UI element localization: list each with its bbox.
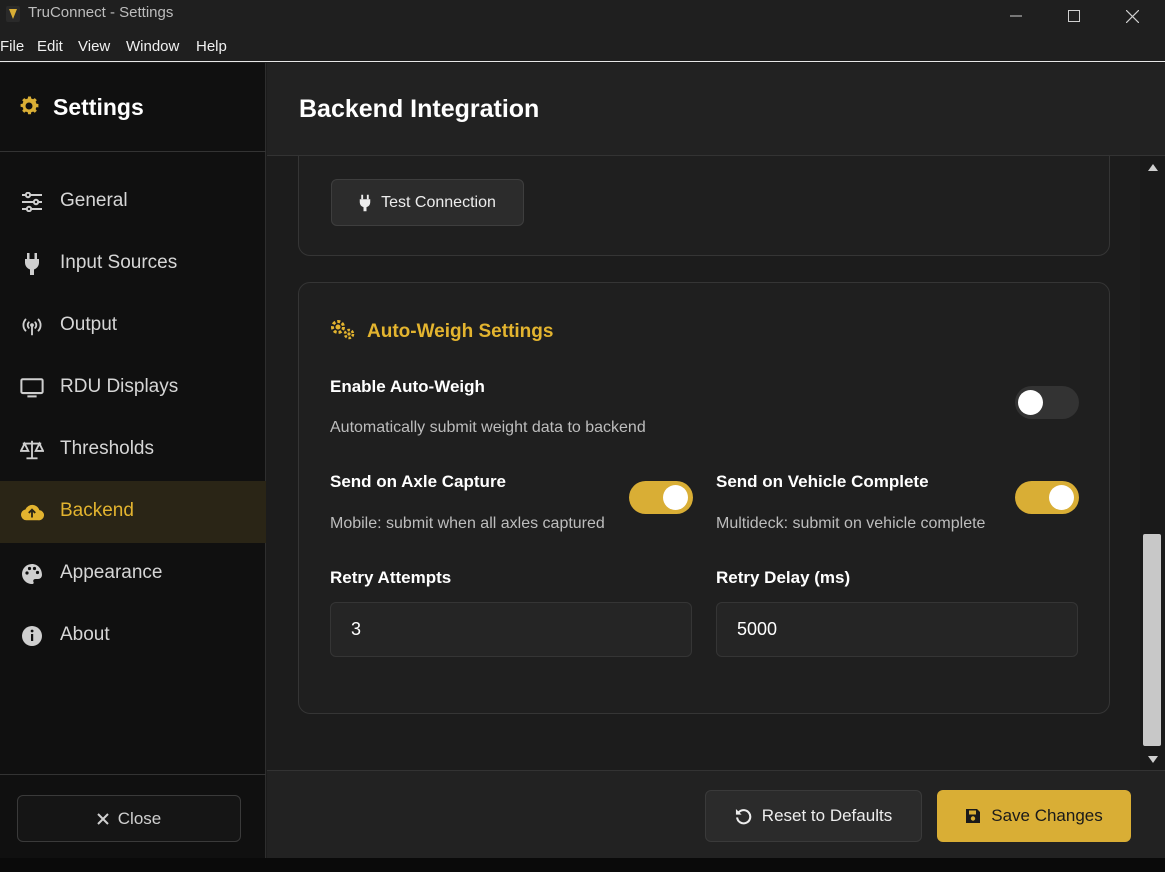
sidebar-item-label: RDU Displays [60, 376, 179, 397]
send-on-axle-desc: Mobile: submit when all axles captured [330, 515, 605, 532]
palette-icon [20, 562, 44, 586]
scale-icon [20, 438, 44, 462]
sidebar-item-appearance[interactable]: Appearance [0, 543, 266, 605]
test-connection-button[interactable]: Test Connection [331, 179, 524, 226]
send-on-vehicle-label: Send on Vehicle Complete [716, 472, 929, 491]
send-on-axle-label: Send on Axle Capture [330, 472, 507, 491]
close-button-label: Close [117, 808, 162, 828]
sidebar-item-input-sources[interactable]: Input Sources [0, 233, 266, 295]
menu-edit[interactable]: Edit [37, 38, 63, 55]
settings-content: Test Connection Auto-Weigh Settings Enab… [267, 156, 1140, 770]
save-changes-button[interactable]: Save Changes [937, 790, 1131, 842]
enable-auto-weigh-toggle[interactable] [1015, 386, 1079, 419]
page-title: Backend Integration [299, 95, 540, 123]
gear-icon [20, 96, 39, 115]
sliders-icon [20, 190, 44, 214]
info-icon [20, 624, 44, 648]
menu-help[interactable]: Help [196, 38, 227, 55]
main-header: Backend Integration [267, 63, 1165, 156]
toggle-knob [663, 485, 688, 510]
toggle-knob [1049, 485, 1074, 510]
sidebar-item-label: Thresholds [60, 438, 154, 459]
sidebar-item-label: Appearance [60, 562, 163, 583]
retry-delay-label: Retry Delay (ms) [716, 568, 851, 587]
send-on-vehicle-desc: Multideck: submit on vehicle complete [716, 515, 986, 532]
scroll-thumb[interactable] [1143, 534, 1161, 746]
close-icon [1125, 9, 1139, 23]
broadcast-icon [20, 314, 44, 338]
app-icon [6, 6, 20, 22]
menu-window[interactable]: Window [126, 38, 179, 55]
sidebar-title: Settings [53, 94, 144, 120]
minimize-icon [1010, 15, 1022, 17]
toggle-knob [1018, 390, 1043, 415]
title-bar: TruConnect - Settings [0, 0, 1165, 32]
reset-to-defaults-button[interactable]: Reset to Defaults [705, 790, 922, 842]
sidebar-item-about[interactable]: About [0, 605, 266, 667]
gears-icon [331, 320, 355, 340]
window-title: TruConnect - Settings [28, 4, 174, 21]
enable-auto-weigh-label: Enable Auto-Weigh [330, 377, 485, 396]
sidebar: Settings General Input Sources Output RD… [0, 63, 266, 858]
sidebar-item-label: About [60, 624, 110, 645]
triangle-up-icon [1147, 163, 1158, 171]
window-bottom-edge [0, 858, 1165, 872]
auto-weigh-title: Auto-Weigh Settings [367, 321, 554, 342]
auto-weigh-card: Auto-Weigh Settings Enable Auto-Weigh Au… [298, 282, 1110, 714]
retry-attempts-label: Retry Attempts [330, 568, 452, 587]
sidebar-header: Settings [0, 63, 266, 152]
sidebar-item-label: Backend [60, 500, 134, 521]
retry-delay-input[interactable]: 5000 [716, 602, 1078, 657]
maximize-icon [1068, 10, 1080, 22]
cloud-upload-icon [20, 500, 44, 524]
menu-view[interactable]: View [78, 38, 110, 55]
plug-icon [20, 252, 44, 276]
send-on-axle-toggle[interactable] [629, 481, 693, 514]
sidebar-item-label: General [60, 190, 128, 211]
undo-icon [735, 808, 752, 824]
scroll-up-arrow[interactable] [1140, 156, 1165, 178]
reset-label: Reset to Defaults [761, 806, 893, 825]
scroll-down-arrow[interactable] [1140, 748, 1165, 770]
sidebar-item-general[interactable]: General [0, 171, 266, 233]
connection-card: Test Connection [298, 156, 1110, 256]
maximize-button[interactable] [1045, 0, 1103, 32]
plug-icon [359, 194, 371, 211]
test-connection-label: Test Connection [381, 193, 496, 211]
enable-auto-weigh-desc: Automatically submit weight data to back… [330, 419, 646, 436]
close-x-icon [97, 812, 109, 825]
sidebar-item-backend[interactable]: Backend [0, 481, 266, 543]
settings-footer: Reset to Defaults Save Changes [267, 770, 1165, 858]
content-scrollbar[interactable] [1140, 156, 1165, 770]
minimize-button[interactable] [987, 0, 1045, 32]
sidebar-item-label: Input Sources [60, 252, 178, 273]
menu-bar: File Edit View Window Help [0, 32, 1165, 62]
triangle-down-icon [1147, 755, 1158, 763]
sidebar-item-thresholds[interactable]: Thresholds [0, 419, 266, 481]
main-panel: Backend Integration Test Connection Auto… [267, 63, 1165, 858]
save-label: Save Changes [991, 806, 1103, 825]
retry-attempts-input[interactable]: 3 [330, 602, 692, 657]
close-button[interactable]: Close [17, 795, 241, 842]
window-close-button[interactable] [1103, 0, 1161, 32]
send-on-vehicle-toggle[interactable] [1015, 481, 1079, 514]
menu-file[interactable]: File [0, 38, 24, 55]
floppy-disk-icon [966, 809, 981, 823]
sidebar-item-output[interactable]: Output [0, 295, 266, 357]
monitor-icon [20, 376, 44, 400]
sidebar-item-label: Output [60, 314, 118, 335]
sidebar-item-rdu-displays[interactable]: RDU Displays [0, 357, 266, 419]
sidebar-footer: Close [0, 774, 266, 858]
